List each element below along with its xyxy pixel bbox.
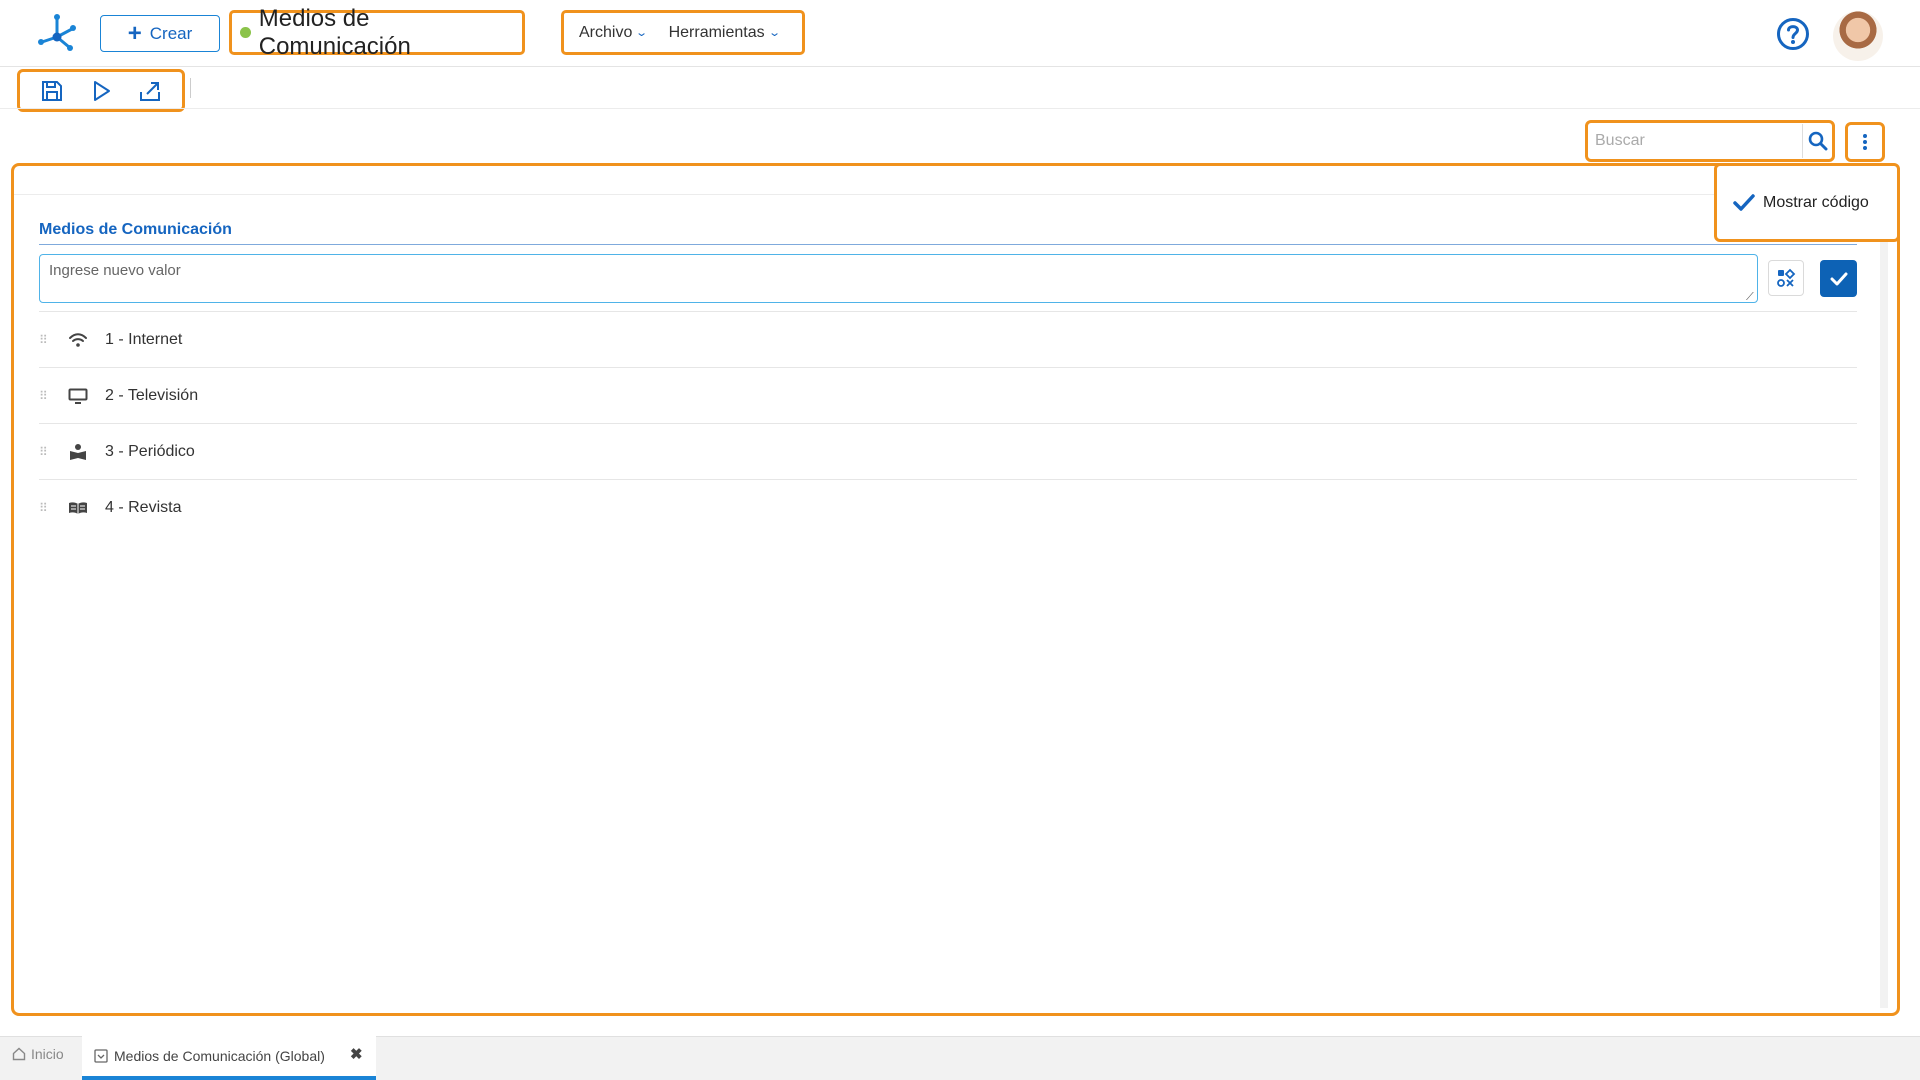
icon-picker-icon — [1777, 268, 1796, 287]
search-input[interactable] — [1588, 124, 1802, 158]
document-title: Medios de Comunicación — [229, 5, 525, 60]
list-item-label: 4 - Revista — [105, 499, 182, 516]
list-item-label: 3 - Periódico — [105, 442, 195, 460]
chevron-down-icon: ⌄ — [767, 27, 781, 39]
question-circle-icon[interactable] — [1776, 17, 1810, 51]
kebab-menu-icon — [1863, 134, 1867, 150]
plus-icon: + — [127, 19, 142, 47]
more-options-button[interactable] — [1845, 122, 1885, 162]
menu-herramientas-label: Herramientas — [668, 23, 765, 41]
avatar[interactable] — [1833, 11, 1883, 61]
search-icon — [1808, 131, 1827, 151]
menu-herramientas[interactable]: Herramientas ⌄ — [668, 23, 781, 42]
scrollbar[interactable] — [1880, 200, 1888, 1008]
list-item[interactable]: ⠿ 2 - Televisión — [39, 368, 1857, 424]
list-item-label: 1 - Internet — [105, 330, 183, 348]
toolbar-divider — [190, 78, 191, 98]
show-code-option[interactable]: Mostrar código — [1763, 194, 1869, 212]
create-button[interactable]: + Crear — [100, 15, 220, 52]
panel-divider — [14, 194, 1882, 195]
drag-handle-icon[interactable]: ⠿ — [39, 446, 61, 458]
tab-active-label: Medios de Comunicación (Global) — [114, 1048, 325, 1064]
drag-handle-icon[interactable]: ⠿ — [39, 502, 61, 514]
list-item[interactable]: ⠿ 4 - Revista — [39, 480, 1857, 536]
create-button-label: Crear — [149, 23, 193, 43]
monitor-icon — [64, 386, 92, 406]
search-button[interactable] — [1802, 124, 1832, 158]
home-icon — [12, 1047, 26, 1061]
tab-home-label: Inicio — [31, 1046, 64, 1062]
document-tab-icon — [94, 1049, 108, 1063]
drag-handle-icon[interactable]: ⠿ — [39, 334, 61, 346]
resize-grip-icon[interactable]: ⟋ — [1746, 291, 1754, 304]
status-dot-icon — [240, 27, 251, 38]
tab-active-document[interactable]: Medios de Comunicación (Global) — [82, 1036, 376, 1080]
app-logo-icon[interactable] — [36, 12, 78, 54]
list-item-label: 2 - Televisión — [105, 386, 199, 404]
reader-icon — [64, 442, 92, 462]
menu-archivo-label: Archivo — [579, 23, 633, 41]
toolbar-divider-line — [0, 108, 1920, 109]
tab-home[interactable]: Inicio — [12, 1046, 64, 1062]
check-icon — [1830, 272, 1847, 285]
list-item[interactable]: ⠿ 3 - Periódico — [39, 424, 1857, 480]
drag-handle-icon[interactable]: ⠿ — [39, 390, 61, 402]
search-box — [1585, 120, 1835, 162]
close-icon[interactable]: ✖ — [350, 1045, 363, 1063]
icon-picker-button[interactable] — [1768, 260, 1804, 296]
menu-bar: Archivo ⌄ Herramientas ⌄ — [561, 10, 805, 55]
new-value-input[interactable] — [39, 254, 1758, 303]
open-book-icon — [64, 498, 92, 518]
confirm-button[interactable] — [1820, 260, 1857, 297]
section-title: Medios de Comunicación — [39, 221, 232, 238]
section-underline — [39, 244, 1857, 245]
values-list: ⠿ 1 - Internet ⠿ 2 - Televisión ⠿ 3 - Pe… — [39, 312, 1857, 536]
header-bar: + Crear Medios de Comunicación Archivo ⌄… — [0, 0, 1920, 67]
export-icon[interactable] — [137, 78, 163, 104]
menu-archivo[interactable]: Archivo ⌄ — [579, 23, 649, 42]
save-icon[interactable] — [39, 78, 65, 104]
wifi-icon — [64, 330, 92, 350]
toolbar — [17, 69, 185, 112]
play-icon[interactable] — [88, 78, 114, 104]
list-item[interactable]: ⠿ 1 - Internet — [39, 312, 1857, 368]
page-title: Medios de Comunicación — [258, 4, 411, 60]
options-dropdown: Mostrar código — [1714, 163, 1900, 242]
checkmark-icon — [1733, 193, 1755, 211]
chevron-down-icon: ⌄ — [635, 27, 649, 39]
